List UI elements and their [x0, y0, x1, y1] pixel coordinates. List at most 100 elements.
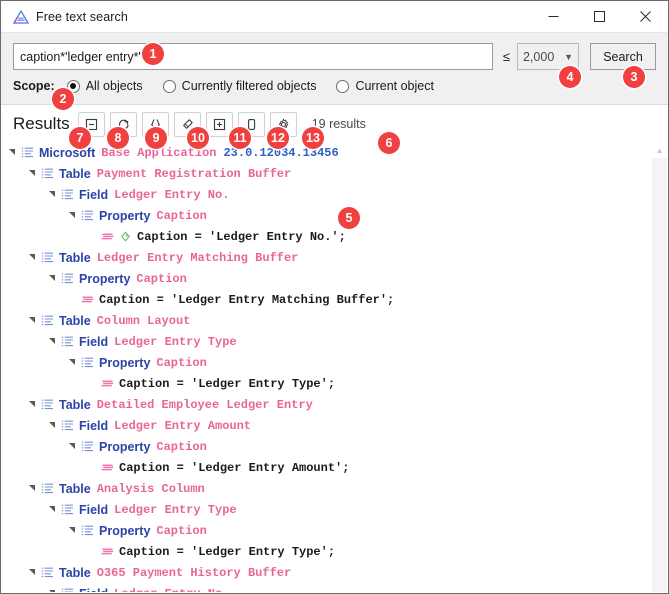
expand-collapse-arrow-icon[interactable] — [27, 399, 38, 410]
scope-option-label: Current object — [355, 79, 434, 93]
tree-row[interactable]: Caption = 'Ledger Entry No.'; — [2, 226, 667, 247]
list-icon — [81, 524, 94, 537]
tree-row-object-name: Ledger Entry Type — [114, 502, 237, 517]
tree-row[interactable]: Caption = 'Ledger Entry Amount'; — [2, 457, 667, 478]
list-icon — [81, 209, 94, 222]
free-text-search-window: Free text search ≤ 2,000 ▼ Search Scope — [0, 0, 669, 594]
tree-row[interactable]: Property Caption — [2, 205, 667, 226]
callout-badge: 9 — [145, 127, 167, 149]
scope-option-current-object[interactable]: Current object — [336, 79, 434, 93]
tree-row-keyword: Property — [99, 523, 151, 538]
tree-row[interactable]: Caption = 'Ledger Entry Matching Buffer'… — [2, 289, 667, 310]
callout-badge: 6 — [378, 132, 400, 154]
tree-row[interactable]: Field Ledger Entry Amount — [2, 415, 667, 436]
tree-row[interactable]: Caption = 'Ledger Entry Type'; — [2, 373, 667, 394]
tree-row[interactable]: Table Analysis Column — [2, 478, 667, 499]
tree-row-code: Caption = 'Ledger Entry No.'; — [137, 229, 346, 244]
list-icon — [21, 146, 34, 159]
expand-collapse-arrow-icon[interactable] — [27, 315, 38, 326]
tree-row[interactable]: Table Column Layout — [2, 310, 667, 331]
expand-collapse-arrow-icon[interactable] — [67, 210, 78, 221]
tree-row[interactable]: Field Ledger Entry Type — [2, 331, 667, 352]
callout-badge: 1 — [142, 43, 164, 65]
results-tree[interactable]: Microsoft Base Application 23.0.12034.1345… — [2, 142, 667, 592]
tree-row[interactable]: Field Ledger Entry No. — [2, 583, 667, 592]
tree-row-code: Caption = 'Ledger Entry Type'; — [119, 544, 336, 559]
chevron-down-icon: ▼ — [564, 51, 573, 62]
callout-badge: 3 — [623, 66, 645, 88]
tree-row-code: Caption = 'Ledger Entry Type'; — [119, 376, 336, 391]
tree-row[interactable]: Field Ledger Entry No. — [2, 184, 667, 205]
close-button[interactable] — [622, 1, 668, 32]
expand-collapse-arrow-icon[interactable] — [27, 567, 38, 578]
list-icon — [81, 356, 94, 369]
list-icon — [61, 272, 74, 285]
expand-collapse-arrow-icon[interactable] — [47, 588, 58, 592]
diamond-icon — [119, 230, 132, 243]
expand-collapse-arrow-icon[interactable] — [27, 252, 38, 263]
tree-row[interactable]: Property Caption — [2, 268, 667, 289]
expand-collapse-arrow-icon[interactable] — [67, 357, 78, 368]
callout-badge: 10 — [187, 127, 209, 149]
tree-row[interactable]: Table Payment Registration Buffer — [2, 163, 667, 184]
expand-collapse-arrow-icon[interactable] — [47, 504, 58, 515]
scope-option-currently-filtered-objects[interactable]: Currently filtered objects — [162, 79, 316, 93]
expand-collapse-arrow-icon[interactable] — [67, 441, 78, 452]
tree-row[interactable]: Table Detailed Employee Ledger Entry — [2, 394, 667, 415]
maximize-button[interactable] — [576, 1, 622, 32]
expand-collapse-arrow-icon[interactable] — [47, 273, 58, 284]
scrollbar-track[interactable] — [652, 158, 667, 592]
tree-row[interactable]: Property Caption — [2, 436, 667, 457]
minimize-button[interactable] — [530, 1, 576, 32]
search-input[interactable] — [13, 43, 493, 70]
search-button[interactable]: Search — [590, 43, 656, 70]
tree-row[interactable]: Property Caption — [2, 520, 667, 541]
tree-row-code: Caption = 'Ledger Entry Matching Buffer'… — [99, 292, 395, 307]
expand-collapse-arrow-icon[interactable] — [47, 189, 58, 200]
mountain-icon — [12, 9, 30, 25]
tree-row-object-name: Caption — [156, 355, 207, 370]
tree-row-object-name: Caption — [156, 523, 207, 538]
limit-operator-label: ≤ — [502, 49, 510, 64]
expand-collapse-arrow-icon[interactable] — [27, 168, 38, 179]
expand-collapse-arrow-icon[interactable] — [47, 336, 58, 347]
tree-row-keyword: Property — [99, 355, 151, 370]
tree-row[interactable]: Microsoft Base Application 23.0.12034.1345… — [2, 142, 667, 163]
callout-badge: 4 — [559, 66, 581, 88]
expand-all-button[interactable] — [205, 111, 233, 137]
callout-badge: 8 — [107, 127, 129, 149]
tree-row[interactable]: Field Ledger Entry Type — [2, 499, 667, 520]
expand-collapse-arrow-icon[interactable] — [7, 147, 18, 158]
window-title: Free text search — [36, 9, 128, 24]
tree-row[interactable]: Property Caption — [2, 352, 667, 373]
callout-badge: 7 — [69, 127, 91, 149]
callout-badge: 12 — [267, 127, 289, 149]
tree-row[interactable]: Caption = 'Ledger Entry Type'; — [2, 541, 667, 562]
tree-row[interactable]: Table Ledger Entry Matching Buffer — [2, 247, 667, 268]
list-icon — [61, 419, 74, 432]
tree-row-keyword: Field — [79, 502, 109, 517]
expand-collapse-arrow-icon[interactable] — [27, 483, 38, 494]
tree-row[interactable]: Table O365 Payment History Buffer — [2, 562, 667, 583]
scroll-up-arrow-icon[interactable]: ▲ — [652, 142, 667, 158]
tree-row-object-name: Detailed Employee Ledger Entry — [96, 397, 313, 412]
tree-row-keyword: Property — [99, 208, 151, 223]
tree-row-object-name: Ledger Entry Amount — [114, 418, 251, 433]
snippet-icon — [81, 293, 94, 306]
callout-badge: 11 — [229, 127, 251, 149]
expand-collapse-arrow-icon[interactable] — [47, 420, 58, 431]
vertical-scrollbar[interactable]: ▲ — [651, 142, 667, 592]
scope-option-all-objects[interactable]: All objects — [66, 79, 143, 93]
snippet-icon — [101, 377, 114, 390]
tree-row-keyword: Field — [79, 418, 109, 433]
expand-collapse-arrow-icon[interactable] — [67, 525, 78, 536]
result-limit-value: 2,000 — [523, 49, 555, 64]
list-icon — [41, 482, 54, 495]
radio-icon[interactable] — [162, 79, 176, 93]
list-icon — [81, 440, 94, 453]
tree-row-keyword: Table — [59, 481, 91, 496]
callout-badge: 5 — [338, 207, 360, 229]
tree-row-object-name: Caption — [136, 271, 187, 286]
list-icon — [61, 335, 74, 348]
radio-icon[interactable] — [336, 79, 350, 93]
